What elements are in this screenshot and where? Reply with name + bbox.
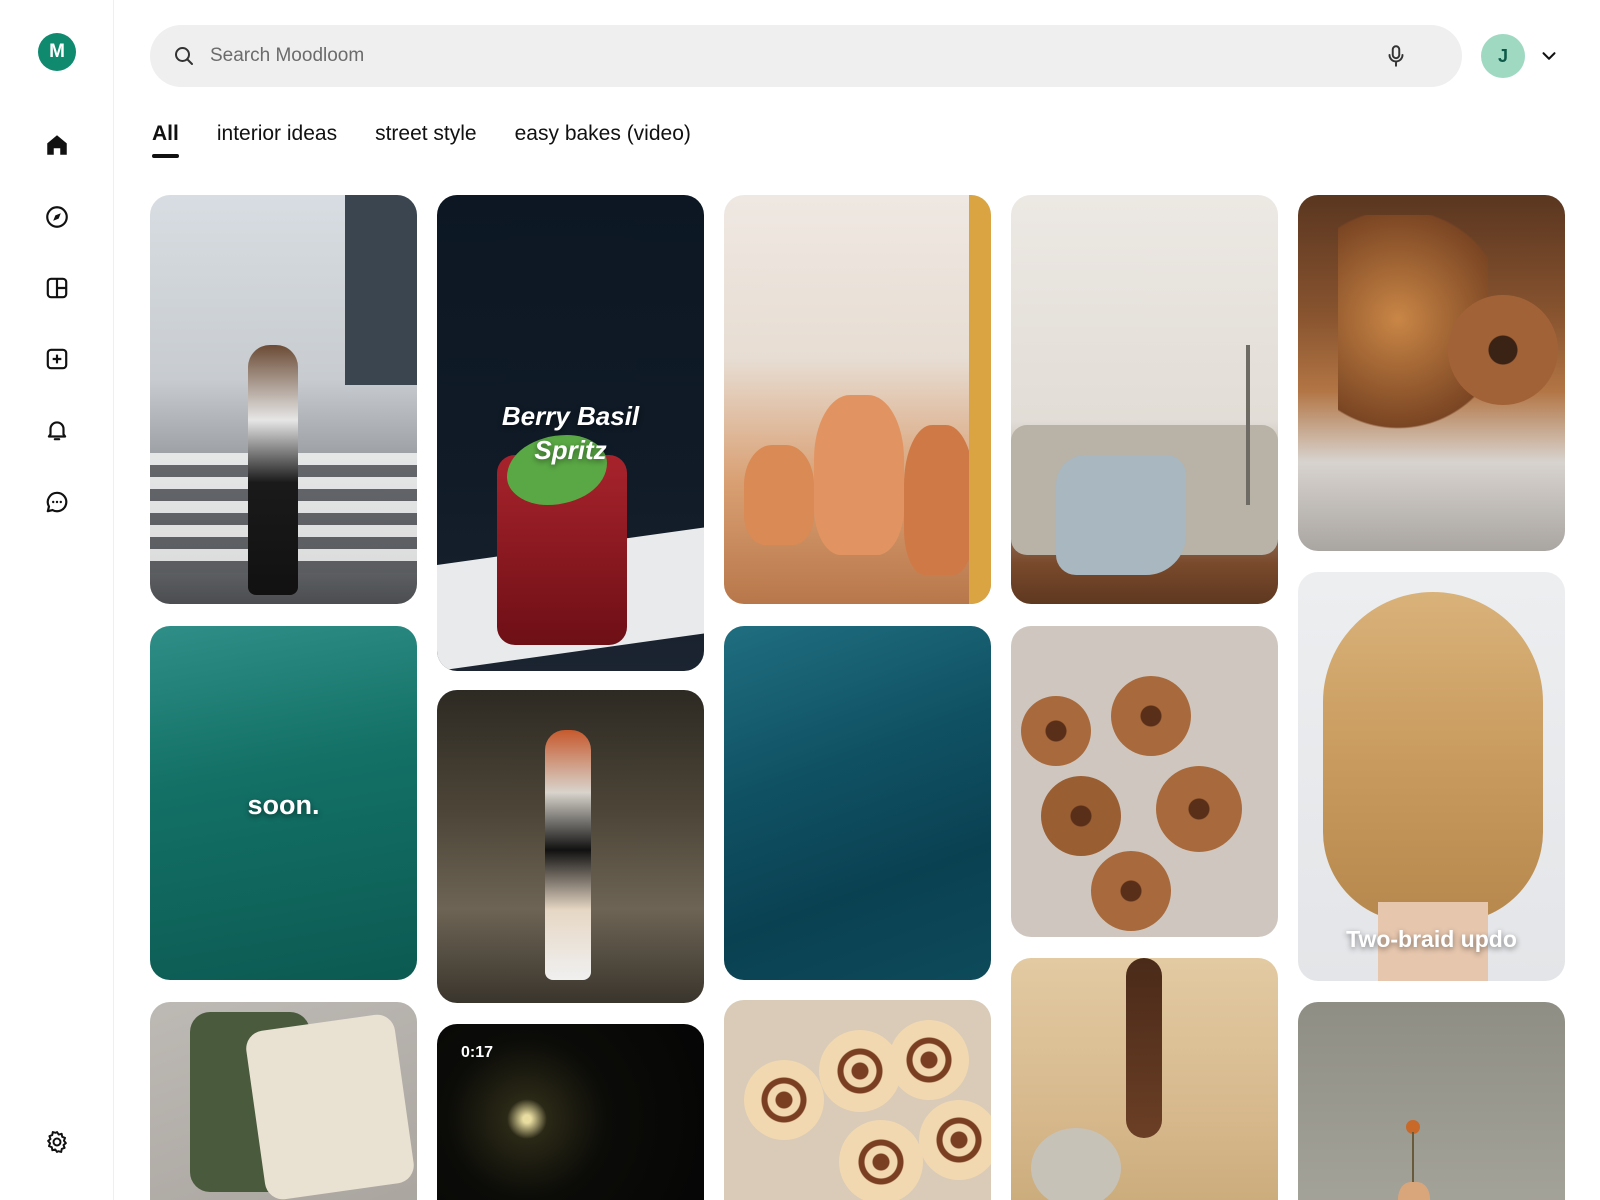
gear-icon <box>47 1131 67 1153</box>
pin-image <box>1021 696 1091 766</box>
pin-vases[interactable] <box>724 195 991 604</box>
sidebar-item-create[interactable] <box>37 339 77 379</box>
pin-night-video[interactable]: 0:17 <box>437 1024 704 1200</box>
sidebar-item-home[interactable] <box>37 125 77 165</box>
pin-image <box>839 1120 923 1200</box>
microphone-icon[interactable] <box>1383 43 1409 69</box>
tab-easy-bakes[interactable]: easy bakes (video) <box>515 120 691 160</box>
pin-crosswalk[interactable] <box>150 195 417 604</box>
home-icon <box>47 135 67 155</box>
pin-image <box>969 195 991 604</box>
tab-all[interactable]: All <box>152 120 179 160</box>
pin-image <box>814 395 904 555</box>
sidebar-item-notifications[interactable] <box>37 410 77 450</box>
pin-image <box>1031 1128 1121 1200</box>
pin-image <box>919 1100 991 1180</box>
pin-image <box>1156 766 1242 852</box>
pin-cinnamon-buns[interactable] <box>1011 626 1278 937</box>
plus-square-icon <box>46 348 68 370</box>
pin-overlay-text: Berry Basil <box>501 401 640 431</box>
pin-image <box>1448 295 1558 405</box>
pin-vase-flower[interactable] <box>1298 1002 1565 1200</box>
sidebar-item-messages[interactable] <box>37 482 77 522</box>
pin-image <box>1323 592 1543 922</box>
pin-image <box>243 1012 417 1200</box>
pin-dried-flowers[interactable] <box>1298 195 1565 551</box>
pin-redhead-street[interactable] <box>437 690 704 1003</box>
pin-knitter[interactable] <box>1011 958 1278 1200</box>
search-bar <box>150 25 1462 87</box>
chevron-down-icon[interactable] <box>1538 45 1560 67</box>
tab-interior-ideas[interactable]: interior ideas <box>217 120 337 160</box>
search-input[interactable] <box>210 25 1380 87</box>
chat-icon <box>46 491 68 513</box>
search-icon <box>175 47 193 65</box>
compass-icon <box>46 206 68 228</box>
pin-image <box>1041 776 1121 856</box>
avatar[interactable]: J <box>1481 34 1525 78</box>
pin-rolls-tray[interactable] <box>724 1000 991 1200</box>
pin-image <box>1398 1182 1430 1200</box>
pin-image <box>545 730 591 980</box>
pin-image <box>1111 676 1191 756</box>
pin-image <box>819 1030 901 1112</box>
sidebar-item-explore[interactable] <box>37 197 77 237</box>
pin-spritz[interactable]: Berry Basil Spritz <box>437 195 704 671</box>
pin-image <box>1246 345 1250 505</box>
pin-overlay-text: Spritz <box>534 435 607 465</box>
layout-icon <box>46 277 68 299</box>
sidebar-item-boards[interactable] <box>37 268 77 308</box>
video-duration-badge: 0:17 <box>461 1044 494 1061</box>
pin-image <box>248 345 298 595</box>
pin-overlay-text: Two-braid updo <box>1346 926 1517 952</box>
pin-pillow[interactable] <box>150 1002 417 1200</box>
category-tabs: All interior ideas street style easy bak… <box>152 120 691 160</box>
sidebar: M <box>0 0 114 1200</box>
pin-image <box>345 195 417 385</box>
pin-deep-water[interactable] <box>724 626 991 980</box>
settings-button[interactable] <box>37 1122 77 1162</box>
pin-image <box>904 425 974 575</box>
pin-image <box>744 445 814 545</box>
pin-image <box>744 1060 824 1140</box>
tab-street-style[interactable]: street style <box>375 120 477 160</box>
pin-overlay-text: soon. <box>247 790 320 820</box>
pin-sea-soon[interactable]: soon. <box>150 626 417 980</box>
pin-braids[interactable]: Two-braid updo <box>1298 572 1565 981</box>
bell-icon <box>47 421 67 441</box>
app-logo[interactable]: M <box>38 33 76 71</box>
pin-image <box>1126 958 1162 1138</box>
pin-image <box>1091 851 1171 931</box>
pin-image <box>1056 455 1186 575</box>
pin-sofa[interactable] <box>1011 195 1278 604</box>
pin-image <box>889 1020 969 1100</box>
